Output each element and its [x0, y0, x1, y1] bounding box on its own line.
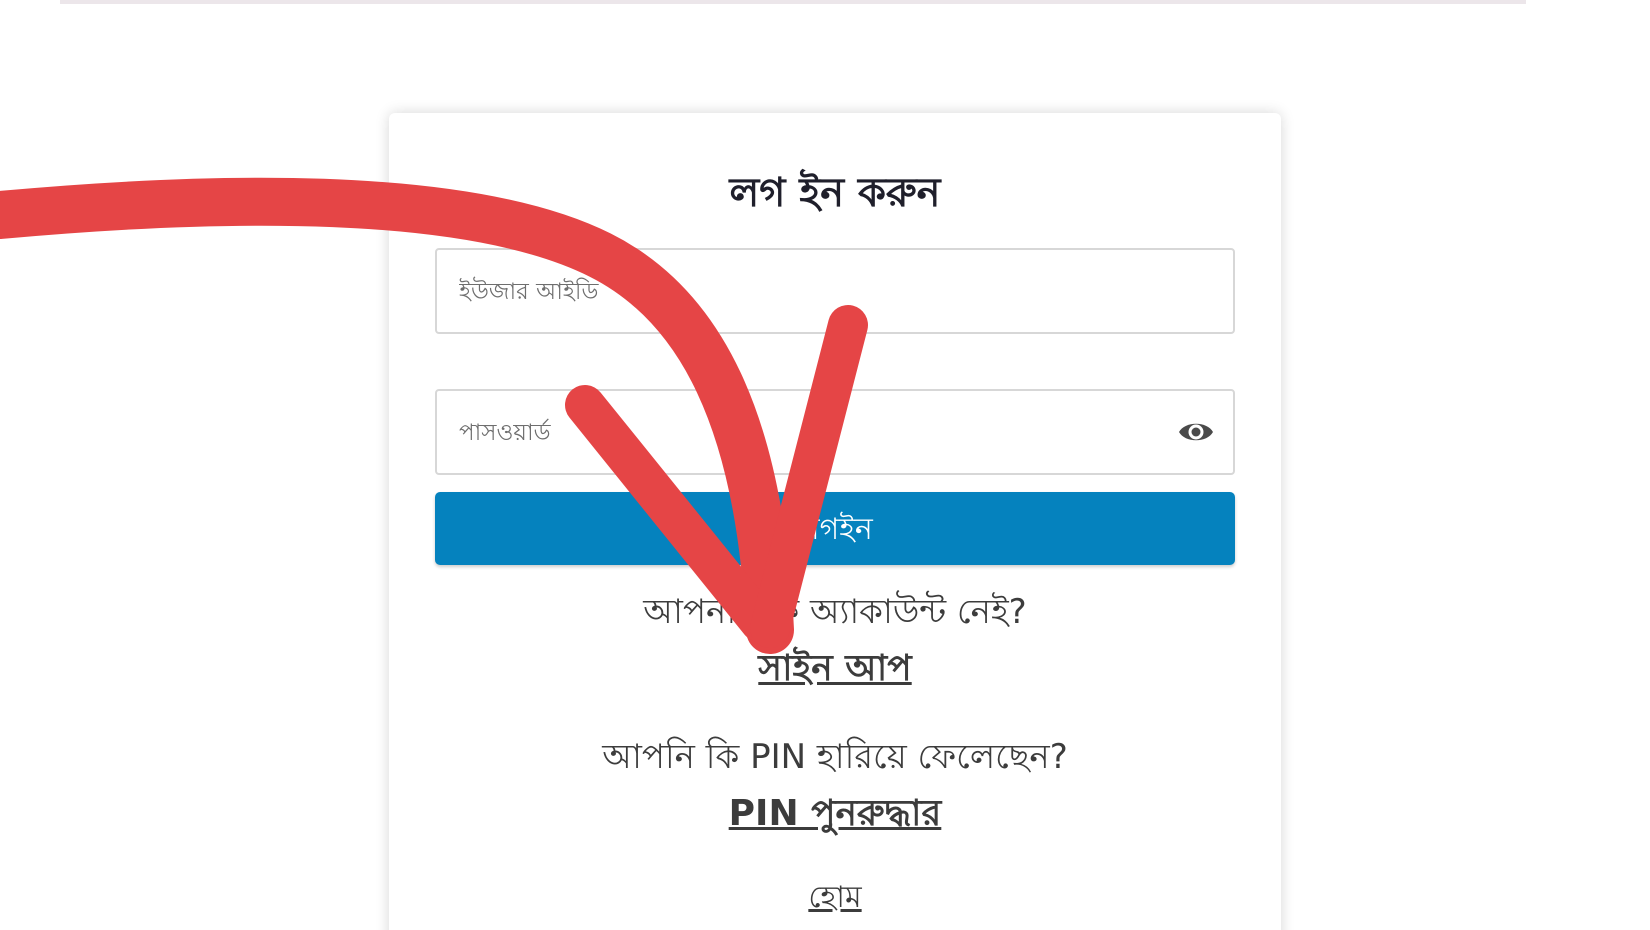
login-button[interactable]: লগইন — [435, 492, 1235, 565]
signup-link-row: সাইন আপ — [389, 641, 1281, 701]
password-field[interactable] — [435, 389, 1235, 475]
eye-icon[interactable] — [1177, 417, 1215, 447]
home-link[interactable]: হোম — [808, 880, 861, 915]
user-id-field[interactable] — [435, 248, 1235, 334]
password-input[interactable] — [457, 391, 1161, 475]
lost-pin-text: আপনি কি PIN হারিয়ে ফেলেছেন? — [602, 737, 1068, 777]
home-link-row: হোম — [389, 873, 1281, 924]
pin-recovery-link[interactable]: PIN পুনরুদ্ধার — [729, 793, 942, 834]
pin-recovery-link-row: PIN পুনরুদ্ধার — [389, 786, 1281, 846]
login-card: লগ ইন করুন লগইন আপনার কি অ্যাকাউন্ট নেই?… — [389, 113, 1281, 930]
user-id-input[interactable] — [457, 250, 1161, 334]
login-page: লগ ইন করুন লগইন আপনার কি অ্যাকাউন্ট নেই?… — [0, 0, 1650, 930]
page-title: লগ ইন করুন — [729, 170, 941, 216]
no-account-text: আপনার কি অ্যাকাউন্ট নেই? — [643, 592, 1027, 632]
header-divider — [60, 0, 1526, 4]
signup-link[interactable]: সাইন আপ — [758, 648, 911, 689]
